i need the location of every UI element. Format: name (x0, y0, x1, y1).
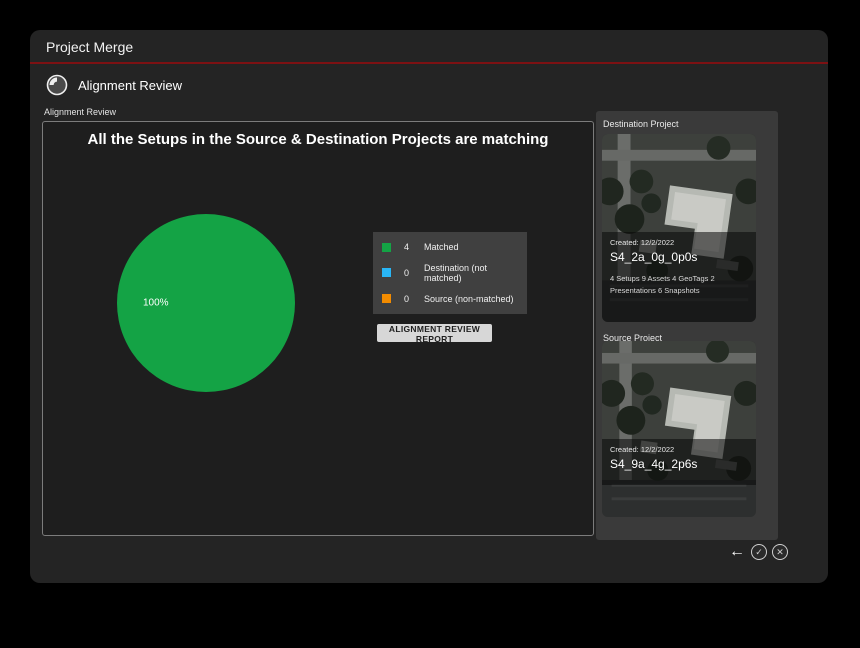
legend-count: 0 (404, 294, 420, 304)
pie-chart: 100% (117, 214, 295, 392)
back-button[interactable]: ← (728, 543, 746, 561)
legend-count: 0 (404, 268, 420, 278)
title-divider (30, 62, 828, 64)
alignment-review-panel: All the Setups in the Source & Destinati… (42, 121, 594, 536)
pie-percentage-label: 100% (143, 298, 169, 309)
legend-label: Matched (424, 242, 459, 252)
legend-row-destination: 0 Destination (not matched) (373, 263, 527, 283)
check-icon: ✓ (755, 547, 763, 557)
destination-project-label: Destination Project (603, 119, 679, 129)
destination-project-card: Created: 12/2/2022 S4_2a_0g_0p0s 4 Setup… (602, 134, 756, 322)
app-window: Project Merge Alignment Review Alignment… (30, 30, 828, 583)
chart-legend: 4 Matched 0 Destination (not matched) 0 … (373, 232, 527, 314)
back-arrow-icon: ← (729, 543, 745, 560)
legend-swatch-destination (382, 268, 391, 277)
close-icon: ✕ (776, 547, 784, 557)
legend-swatch-source (382, 294, 391, 303)
footer-actions: ← ✓ ✕ (728, 543, 788, 561)
section-title: Alignment Review (78, 78, 182, 93)
cancel-button[interactable]: ✕ (772, 544, 788, 560)
page-background: Project Merge Alignment Review Alignment… (0, 0, 860, 648)
legend-row-source: 0 Source (non-matched) (373, 294, 527, 304)
legend-label: Source (non-matched) (424, 294, 514, 304)
legend-count: 4 (404, 242, 420, 252)
card-project-name: S4_9a_4g_2p6s (610, 457, 748, 471)
alignment-review-report-button[interactable]: ALIGNMENT REVIEW REPORT (377, 324, 492, 342)
alignment-review-icon (46, 74, 68, 96)
window-title: Project Merge (46, 39, 133, 55)
confirm-button[interactable]: ✓ (751, 544, 767, 560)
legend-row-matched: 4 Matched (373, 242, 527, 252)
aerial-map-image (602, 341, 756, 517)
card-overlay: Created: 12/2/2022 S4_2a_0g_0p0s 4 Setup… (602, 232, 756, 322)
legend-swatch-matched (382, 243, 391, 252)
section-header: Alignment Review (46, 74, 182, 96)
card-created-date: Created: 12/2/2022 (610, 238, 748, 247)
legend-label: Destination (not matched) (424, 263, 527, 283)
card-created-date: Created: 12/2/2022 (610, 445, 748, 454)
projects-sidebar: Destination Project Created: 12/2/2022 S… (596, 111, 778, 540)
source-project-card: Created: 12/2/2022 S4_9a_4g_2p6s (602, 341, 756, 517)
card-project-name: S4_2a_0g_0p0s (610, 250, 748, 264)
card-project-stats: 4 Setups 9 Assets 4 GeoTags 2 Presentati… (610, 273, 748, 297)
panel-label: Alignment Review (44, 107, 116, 117)
card-overlay: Created: 12/2/2022 S4_9a_4g_2p6s (602, 439, 756, 485)
panel-heading: All the Setups in the Source & Destinati… (43, 131, 593, 148)
